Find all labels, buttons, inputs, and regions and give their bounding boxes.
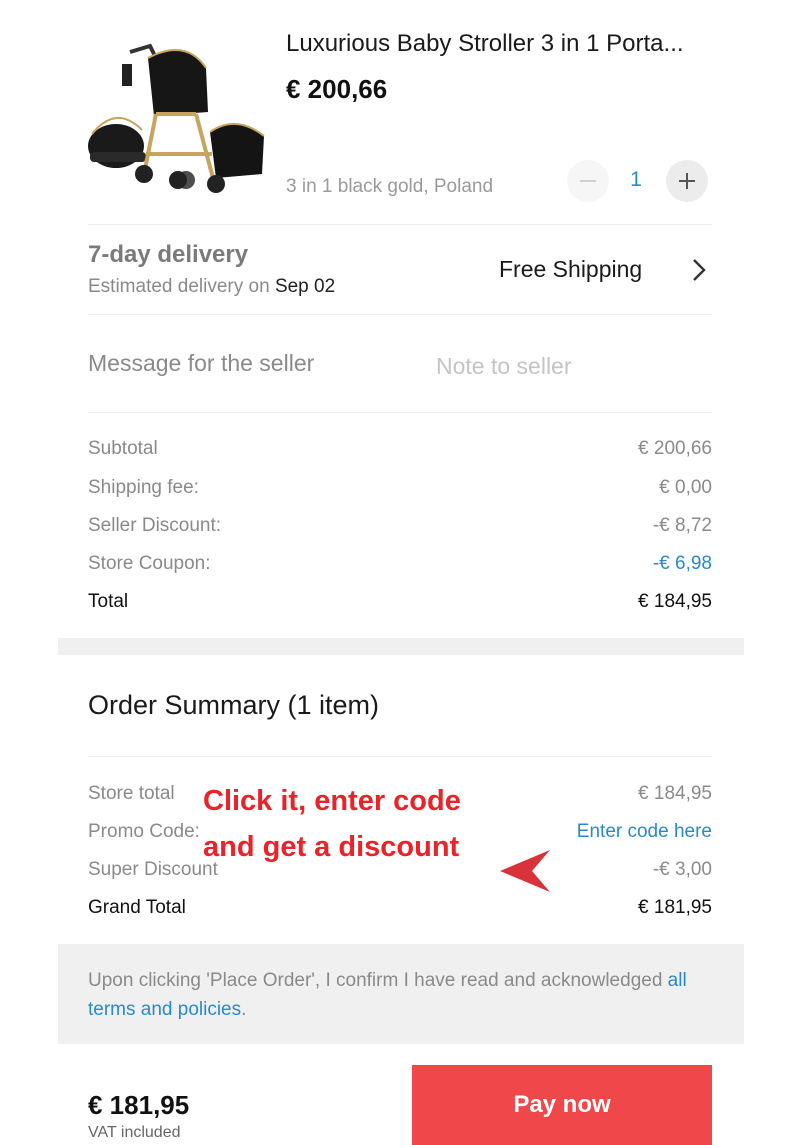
chevron-right-icon[interactable] (690, 257, 708, 288)
shipping-method[interactable]: Free Shipping (499, 256, 642, 283)
product-image[interactable] (86, 34, 272, 194)
stroller-image (88, 43, 265, 193)
row-value: -€ 8,72 (652, 515, 712, 536)
arrow-left-icon (498, 848, 554, 899)
row-label: Promo Code: (88, 821, 200, 842)
store-coupon-row[interactable]: Store Coupon: -€ 6,98 (88, 549, 712, 579)
total-row: Total € 184,95 (88, 587, 712, 617)
quantity-decrease-button[interactable] (567, 160, 609, 202)
row-value: € 184,95 (638, 591, 712, 612)
pay-now-button[interactable]: Pay now (412, 1065, 712, 1145)
row-label: Grand Total (88, 897, 186, 918)
product-title[interactable]: Luxurious Baby Stroller 3 in 1 Porta... (286, 30, 684, 58)
row-value: € 0,00 (659, 477, 712, 498)
terms-suffix: . (241, 999, 247, 1020)
row-label: Store Coupon: (88, 553, 211, 574)
grand-total-row: Grand Total € 181,95 (88, 893, 712, 923)
terms-text: Upon clicking 'Place Order', I confirm I… (88, 966, 688, 1024)
section-separator (58, 638, 744, 655)
product-price: € 200,66 (286, 74, 388, 104)
product-variant: 3 in 1 black gold, Poland (286, 176, 494, 197)
row-label: Seller Discount: (88, 515, 222, 536)
divider (88, 756, 712, 757)
row-label: Total (88, 591, 129, 612)
seller-discount-row: Seller Discount: -€ 8,72 (88, 511, 712, 541)
row-label: Store total (88, 783, 175, 804)
row-value: € 181,95 (638, 897, 712, 918)
store-coupon-value[interactable]: -€ 6,98 (653, 553, 712, 575)
plus-icon (679, 173, 695, 189)
delivery-estimate: Estimated delivery on Sep 02 (88, 276, 335, 298)
shipping-fee-row: Shipping fee: € 0,00 (88, 473, 712, 503)
delivery-title: 7-day delivery (88, 241, 249, 268)
seller-message-label: Message for the seller (88, 350, 315, 376)
divider (88, 314, 712, 315)
footer-vat-note: VAT included (88, 1124, 181, 1141)
quantity-increase-button[interactable] (666, 160, 708, 202)
quantity-value[interactable]: 1 (612, 168, 660, 192)
divider (88, 224, 712, 225)
footer-total-price: € 181,95 (88, 1090, 190, 1120)
subtotal-row: Subtotal € 200,66 (88, 434, 712, 464)
row-label: Subtotal (88, 438, 158, 459)
delivery-estimate-prefix: Estimated delivery on (88, 276, 270, 297)
row-value: € 184,95 (638, 783, 712, 804)
row-label: Super Discount (88, 859, 218, 880)
promo-code-link[interactable]: Enter code here (577, 821, 712, 843)
annotation-line-2: and get a discount (203, 831, 460, 863)
row-label: Shipping fee: (88, 477, 199, 498)
terms-text-body: Upon clicking 'Place Order', I confirm I… (88, 970, 663, 991)
row-value: -€ 3,00 (652, 859, 712, 880)
seller-message-input[interactable] (430, 348, 724, 384)
minus-icon (580, 180, 596, 182)
divider (88, 412, 712, 413)
row-value: € 200,66 (638, 438, 712, 459)
order-summary-heading: Order Summary (1 item) (88, 690, 380, 720)
annotation-line-1: Click it, enter code (203, 785, 461, 817)
delivery-estimate-date: Sep 02 (274, 276, 336, 297)
